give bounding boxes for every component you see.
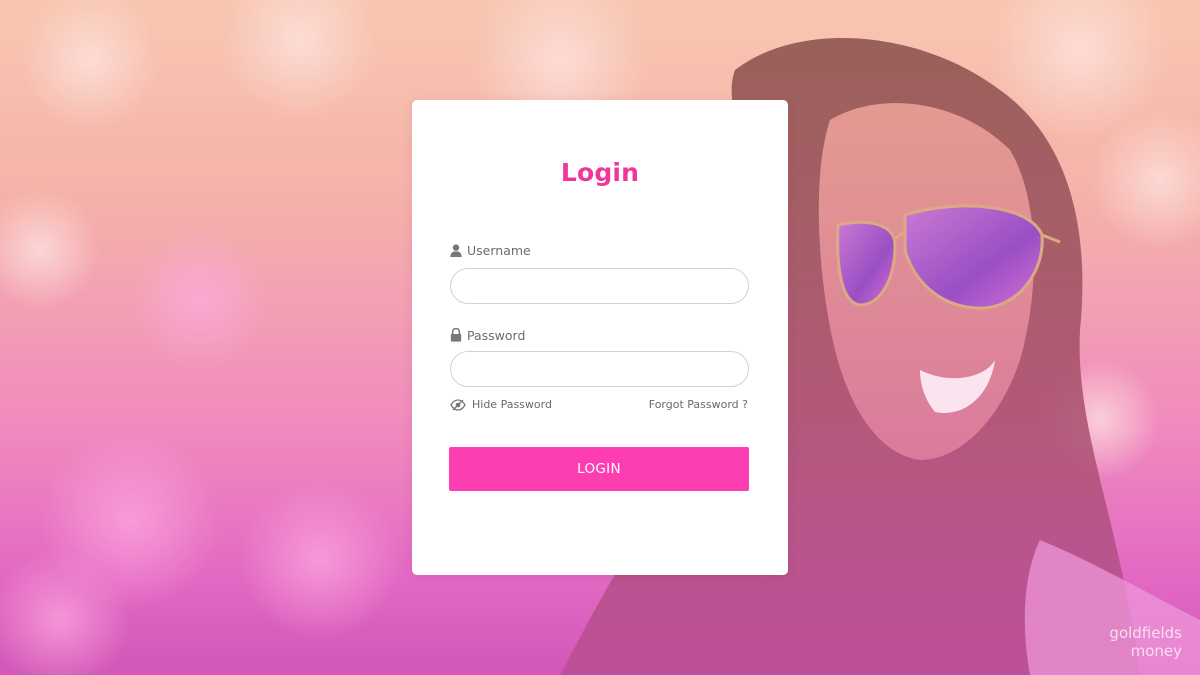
user-icon [450, 243, 462, 257]
eye-slash-icon [450, 398, 466, 411]
username-input[interactable] [450, 268, 749, 304]
login-title: Login [560, 158, 640, 187]
hide-password-toggle[interactable]: Hide Password [450, 398, 552, 411]
username-label-text: Username [467, 242, 531, 258]
brand-line-1: goldfields [1109, 624, 1182, 642]
lock-icon [450, 328, 462, 342]
password-label-text: Password [467, 327, 526, 343]
forgot-password-link[interactable]: Forgot Password ? [649, 398, 748, 411]
brand-logo: goldfields money [1109, 624, 1182, 660]
password-label: Password [450, 327, 525, 343]
login-card: Login Username Password Hide Password Fo… [412, 100, 788, 575]
username-label: Username [450, 242, 531, 258]
brand-line-2: money [1130, 642, 1182, 660]
hide-password-label: Hide Password [472, 398, 552, 411]
password-input[interactable] [450, 351, 749, 387]
login-button[interactable]: LOGIN [449, 447, 749, 491]
